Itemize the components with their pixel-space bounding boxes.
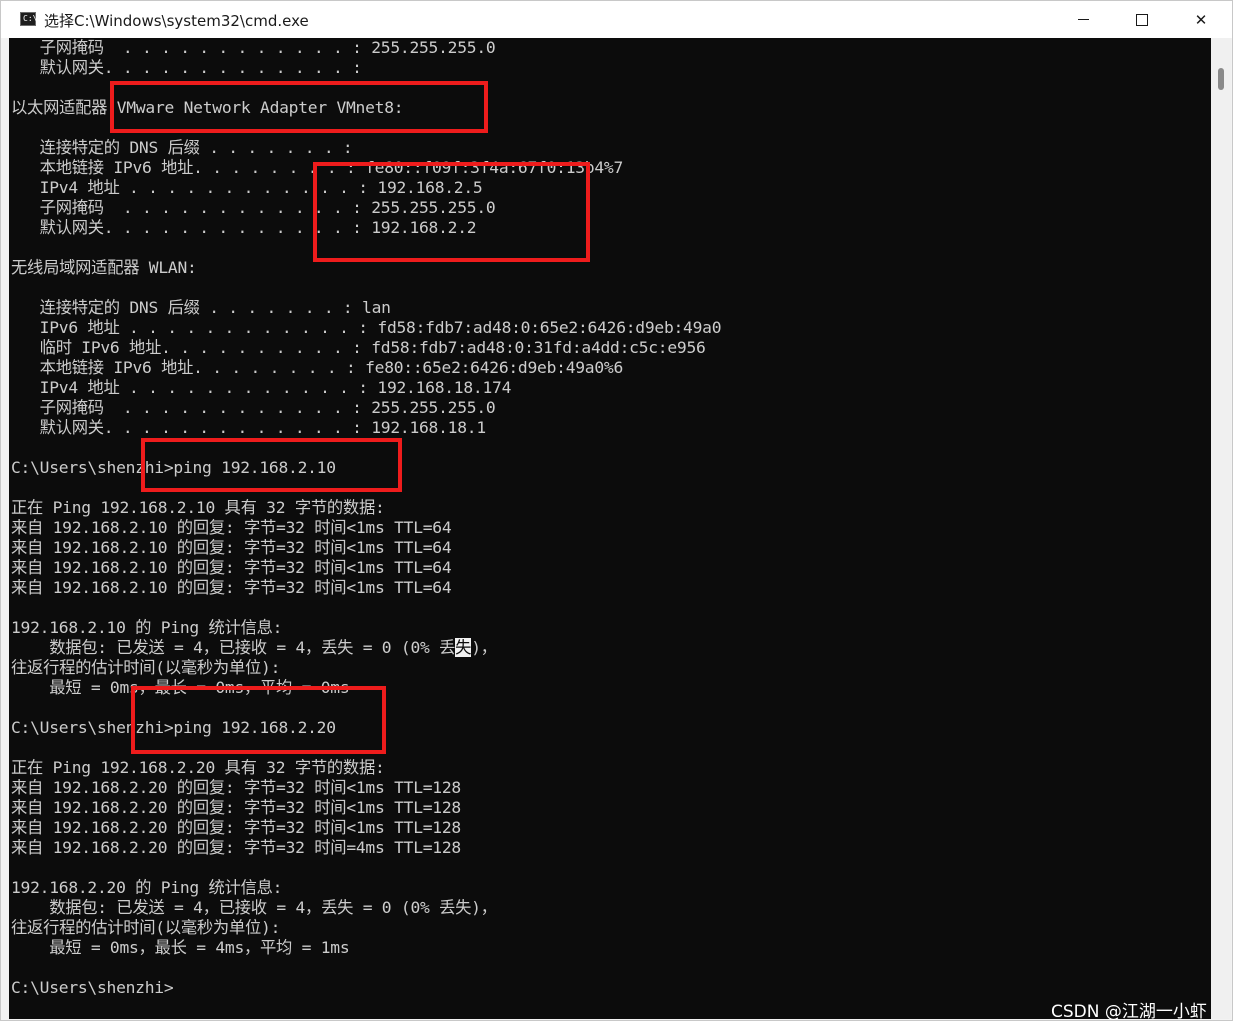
- console-line: 连接特定的 DNS 后缀 . . . . . . . : lan: [11, 298, 391, 317]
- console-line: 来自 192.168.2.20 的回复: 字节=32 时间<1ms TTL=12…: [11, 778, 461, 797]
- console-line: 来自 192.168.2.20 的回复: 字节=32 时间<1ms TTL=12…: [11, 818, 461, 837]
- console-line: 最短 = 0ms，最长 = 4ms，平均 = 1ms: [11, 938, 350, 957]
- vertical-scrollbar[interactable]: [1211, 38, 1231, 1019]
- csdn-watermark: CSDN @江湖一小虾: [1051, 1002, 1207, 1022]
- minimize-icon: [1077, 19, 1089, 20]
- console-line: 默认网关. . . . . . . . . . . . . : 192.168.…: [11, 218, 477, 237]
- console-line: 连接特定的 DNS 后缀 . . . . . . . :: [11, 138, 353, 157]
- console-line: 本地链接 IPv6 地址. . . . . . . . : fe80::65e2…: [11, 358, 624, 377]
- console-line: 来自 192.168.2.20 的回复: 字节=32 时间<1ms TTL=12…: [11, 798, 461, 817]
- console-line: 192.168.2.10 的 Ping 统计信息:: [11, 618, 283, 637]
- console-line: IPv4 地址 . . . . . . . . . . . . : 192.16…: [11, 178, 483, 197]
- console-line: 正在 Ping 192.168.2.10 具有 32 字节的数据:: [11, 498, 385, 517]
- console-line: C:\Users\shenzhi>: [11, 978, 174, 997]
- console-line: 来自 192.168.2.10 的回复: 字节=32 时间<1ms TTL=64: [11, 538, 452, 557]
- console-line: 临时 IPv6 地址. . . . . . . . . . : fd58:fdb…: [11, 338, 706, 357]
- console-line: 无线局域网适配器 WLAN:: [11, 258, 197, 277]
- scrollbar-thumb[interactable]: [1218, 68, 1224, 90]
- console-line: 默认网关. . . . . . . . . . . . . :: [11, 58, 362, 77]
- console-line: C:\Users\shenzhi>ping 192.168.2.20: [11, 718, 336, 737]
- console-line: 子网掩码 . . . . . . . . . . . . : 255.255.2…: [11, 198, 496, 217]
- console-line: 数据包: 已发送 = 4，已接收 = 4，丢失 = 0 (0% 丢失)，: [11, 638, 497, 657]
- console-line: C:\Users\shenzhi>ping 192.168.2.10: [11, 458, 336, 477]
- app-icon-glyph: C:\: [23, 14, 38, 23]
- console-line: 正在 Ping 192.168.2.20 具有 32 字节的数据:: [11, 758, 385, 777]
- console-line: 往返行程的估计时间(以毫秒为单位):: [11, 658, 281, 677]
- console-line: 本地链接 IPv6 地址. . . . . . . . : fe80::f09f…: [11, 158, 624, 177]
- minimize-button[interactable]: [1054, 1, 1112, 38]
- maximize-icon: [1136, 13, 1148, 26]
- selected-text[interactable]: 失: [455, 638, 471, 657]
- console-line: 来自 192.168.2.20 的回复: 字节=32 时间=4ms TTL=12…: [11, 838, 461, 857]
- console-line: 数据包: 已发送 = 4，已接收 = 4，丢失 = 0 (0% 丢失)，: [11, 898, 497, 917]
- console-line: 192.168.2.20 的 Ping 统计信息:: [11, 878, 283, 897]
- console-line: 来自 192.168.2.10 的回复: 字节=32 时间<1ms TTL=64: [11, 518, 452, 537]
- close-button[interactable]: ✕: [1172, 1, 1230, 38]
- console-line: IPv6 地址 . . . . . . . . . . . . : fd58:f…: [11, 318, 722, 337]
- console-line: 子网掩码 . . . . . . . . . . . . : 255.255.2…: [11, 38, 496, 57]
- window-title: 选择C:\Windows\system32\cmd.exe: [44, 12, 309, 30]
- console-line: 以太网适配器 VMware Network Adapter VMnet8:: [11, 98, 404, 117]
- cmd-window: C:\ 选择C:\Windows\system32\cmd.exe ✕ 子网掩码…: [0, 0, 1233, 1021]
- console-line: 最短 = 0ms，最长 = 0ms，平均 = 0ms: [11, 678, 350, 697]
- console-line: 默认网关. . . . . . . . . . . . . : 192.168.…: [11, 418, 486, 437]
- console-line: 来自 192.168.2.10 的回复: 字节=32 时间<1ms TTL=64: [11, 558, 452, 577]
- console-lines: 子网掩码 . . . . . . . . . . . . : 255.255.2…: [11, 38, 722, 998]
- console-line: 子网掩码 . . . . . . . . . . . . : 255.255.2…: [11, 398, 496, 417]
- console-output[interactable]: 子网掩码 . . . . . . . . . . . . : 255.255.2…: [9, 38, 1211, 1019]
- console-line: 往返行程的估计时间(以毫秒为单位):: [11, 918, 281, 937]
- cmd-app-icon[interactable]: C:\: [20, 12, 38, 26]
- console-line: 来自 192.168.2.10 的回复: 字节=32 时间<1ms TTL=64: [11, 578, 452, 597]
- console-line: IPv4 地址 . . . . . . . . . . . . : 192.16…: [11, 378, 512, 397]
- close-icon: ✕: [1194, 10, 1208, 29]
- title-bar[interactable]: C:\ 选择C:\Windows\system32\cmd.exe ✕: [1, 1, 1232, 38]
- maximize-button[interactable]: [1113, 1, 1171, 38]
